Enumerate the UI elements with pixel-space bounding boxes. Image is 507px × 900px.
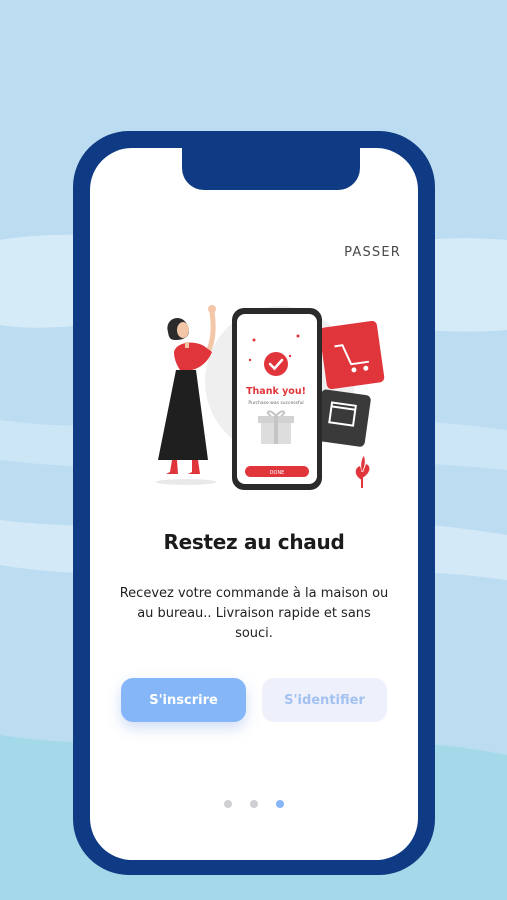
purchase-success-text: Purchase was successful xyxy=(248,400,303,406)
purchase-success-illustration: Thank you! Purchase was successful DONE xyxy=(156,305,385,490)
pagination-dot-1[interactable] xyxy=(224,800,232,808)
login-button[interactable]: S'identifier xyxy=(262,678,387,722)
pagination-dot-2[interactable] xyxy=(250,800,258,808)
phone-notch xyxy=(182,148,360,190)
pagination-dots xyxy=(90,800,418,808)
phone-screen: PASSER Thank you! Purchase was successfu… xyxy=(90,148,418,860)
pagination-dot-3-active[interactable] xyxy=(276,800,284,808)
onboarding-description: Recevez votre commande à la maison ou au… xyxy=(119,586,389,641)
phone-frame: PASSER Thank you! Purchase was successfu… xyxy=(73,131,435,875)
signup-button[interactable]: S'inscrire xyxy=(121,678,246,722)
skip-button[interactable]: PASSER xyxy=(344,245,401,260)
onboarding-title: Restez au chaud xyxy=(163,530,345,554)
done-button-label: DONE xyxy=(270,470,285,476)
thank-you-text: Thank you! xyxy=(246,386,306,397)
